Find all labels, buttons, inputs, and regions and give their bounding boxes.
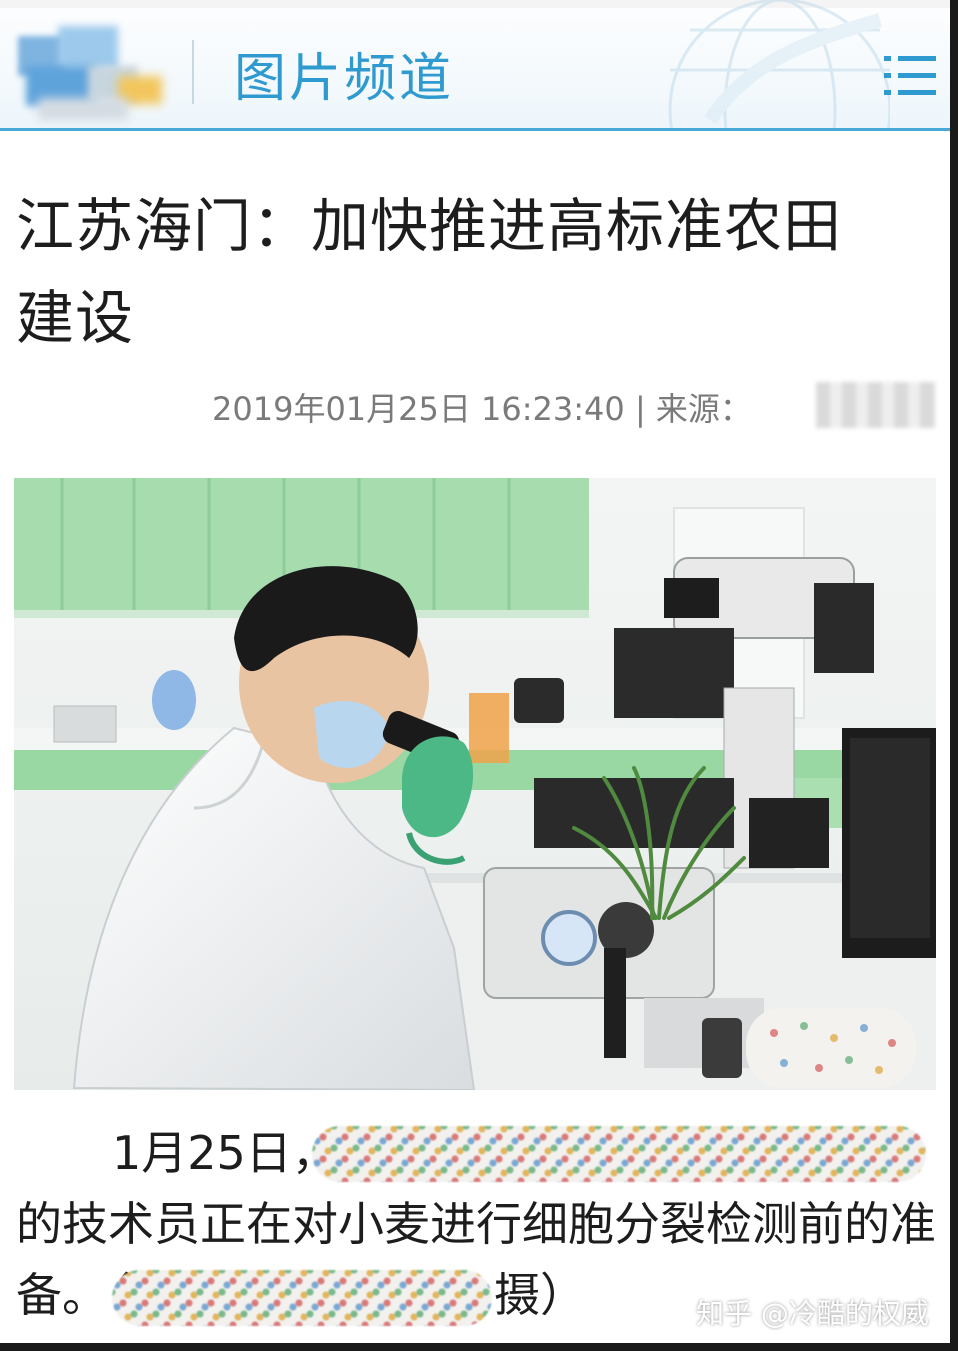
site-logo-blurred[interactable]: [18, 26, 168, 122]
globe-background-icon: [668, 0, 890, 128]
caption-line-2: 的技术员正在对小麦进行细胞分裂检测前的准: [16, 1197, 936, 1251]
header-divider: [192, 40, 194, 104]
watermark: 知乎 @冷酷的权威: [696, 1297, 929, 1330]
caption-line-1: 1月25日，: [16, 1118, 936, 1189]
article-title: 江苏海门：加快推进高标准农田 建设: [16, 180, 936, 364]
caption-line-3-end: 摄）: [494, 1268, 586, 1322]
article-title-line-1: 江苏海门：加快推进高标准农田: [16, 192, 843, 260]
source-name-blurred: [816, 382, 936, 428]
lab-photo[interactable]: [14, 478, 936, 1090]
caption-redaction-2: [112, 1270, 492, 1326]
article-title-line-2: 建设: [16, 284, 135, 352]
caption-redaction-1: [312, 1126, 926, 1182]
hamburger-menu-icon[interactable]: [884, 52, 936, 100]
site-header: 图片频道: [0, 0, 950, 131]
channel-title[interactable]: 图片频道: [234, 36, 454, 111]
caption-date: 1月25日，: [112, 1126, 338, 1180]
screenshot-frame: 图片频道 江苏海门：加快推进高标准农田 建设 2019年01月25日 16:23…: [0, 0, 950, 1343]
article-meta: 2019年01月25日 16:23:40 | 来源：: [212, 390, 752, 428]
